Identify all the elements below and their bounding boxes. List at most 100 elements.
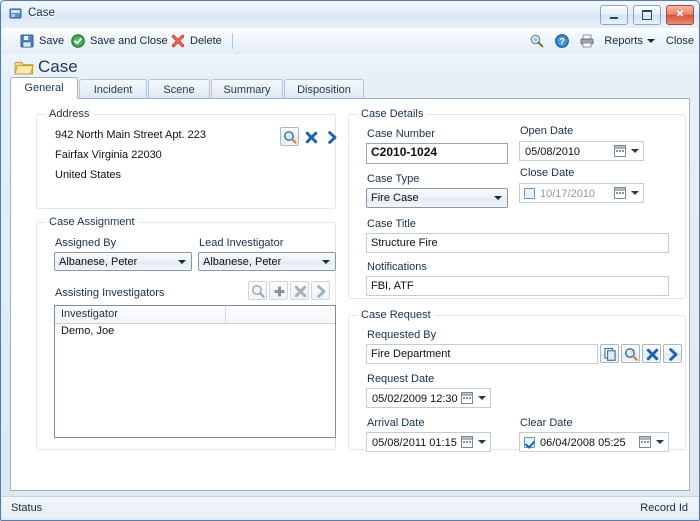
assisting-investigators-label: Assisting Investigators	[55, 287, 165, 299]
app-window-icon	[9, 7, 23, 21]
go-icon	[312, 282, 331, 301]
save-icon	[19, 33, 35, 49]
clear-date-checkbox[interactable]	[524, 437, 535, 448]
chevron-down-icon	[478, 396, 486, 400]
close-link[interactable]: Close	[666, 35, 694, 47]
save-and-close-label: Save and Close	[90, 35, 168, 47]
assisting-investigators-grid[interactable]: Investigator Demo, Joe	[54, 305, 336, 438]
assisting-add-button[interactable]	[269, 281, 288, 300]
clear-date-picker[interactable]: 06/04/2008 05:25	[519, 432, 669, 452]
search-icon	[281, 128, 300, 147]
close-icon: ✕	[675, 9, 685, 20]
close-date-value: 10/17/2010	[540, 188, 596, 200]
maximize-icon	[634, 6, 660, 24]
chevron-down-icon	[631, 191, 639, 195]
clear-date-label: Clear Date	[520, 417, 573, 429]
tab-scene[interactable]: Scene	[148, 79, 210, 99]
address-line-2: Fairfax Virginia 22030	[55, 149, 162, 161]
close-button[interactable]: ✕	[666, 5, 694, 25]
window-title: Case	[28, 7, 55, 19]
request-date-picker[interactable]: 05/02/2009 12:30	[366, 388, 491, 408]
chevron-down-icon	[494, 196, 502, 200]
case-type-value: Fire Case	[371, 192, 419, 204]
tab-summary[interactable]: Summary	[211, 79, 283, 99]
delete-button[interactable]: Delete	[165, 28, 227, 54]
open-date-label: Open Date	[520, 125, 574, 137]
tab-disposition[interactable]: Disposition	[284, 79, 364, 99]
case-number-input[interactable]: C2010-1024	[366, 143, 508, 164]
close-date-checkbox[interactable]	[524, 188, 535, 199]
case-request-group: Case Request Requested By Fire Departmen…	[348, 309, 686, 452]
case-window: Case ✕ Save Save and Close Delete ? Repo…	[0, 0, 700, 521]
minimize-icon	[601, 6, 627, 24]
go-icon	[664, 345, 683, 364]
status-bar: Status Record Id	[2, 496, 698, 519]
grid-header-investigator: Investigator	[61, 308, 118, 320]
request-date-value: 05/02/2009 12:30	[372, 393, 458, 405]
tab-label: Summary	[223, 83, 271, 96]
tab-general[interactable]: General	[10, 77, 78, 99]
assisting-search-button[interactable]	[248, 281, 267, 300]
notifications-label: Notifications	[367, 261, 427, 273]
request-date-label: Request Date	[367, 373, 435, 385]
help-icon[interactable]: ?	[554, 33, 570, 49]
toolbar-separator	[232, 33, 233, 49]
remove-icon	[291, 282, 310, 301]
tab-label: Incident	[93, 83, 133, 96]
close-date-label: Close Date	[520, 167, 575, 179]
requested-by-clear-button[interactable]	[642, 344, 661, 363]
arrival-date-picker[interactable]: 05/08/2011 01:15	[366, 432, 491, 452]
calendar-icon	[461, 392, 473, 409]
lead-investigator-select[interactable]: Albanese, Peter	[198, 252, 336, 271]
assigned-by-select[interactable]: Albanese, Peter	[54, 252, 192, 271]
title-bar: Case ✕	[1, 1, 699, 29]
notifications-input[interactable]: FBI, ATF	[366, 276, 669, 296]
case-title-label: Case Title	[367, 218, 416, 230]
calendar-icon	[614, 145, 626, 162]
requested-by-copy-button[interactable]	[600, 344, 619, 363]
requested-by-input[interactable]: Fire Department	[366, 344, 598, 364]
case-title-input[interactable]: Structure Fire	[366, 233, 669, 253]
open-date-picker[interactable]: 05/08/2010	[519, 141, 644, 161]
save-and-close-button[interactable]: Save and Close	[65, 28, 173, 54]
address-group-label: Address	[45, 108, 94, 120]
tab-label: Scene	[163, 83, 195, 96]
arrival-date-label: Arrival Date	[367, 417, 425, 429]
search-icon	[622, 345, 641, 364]
save-button[interactable]: Save	[14, 28, 69, 54]
address-line-3: United States	[55, 169, 122, 181]
command-bar-right: ? Reports Close	[529, 28, 694, 54]
minimize-button[interactable]	[599, 5, 628, 25]
address-go-button[interactable]	[322, 127, 341, 146]
grid-column-separator	[225, 306, 226, 323]
maximize-button[interactable]	[632, 5, 661, 25]
save-label: Save	[39, 35, 65, 47]
record-id-text: Record Id	[640, 502, 688, 514]
case-type-label: Case Type	[367, 173, 420, 185]
case-type-select[interactable]: Fire Case	[366, 188, 508, 208]
close-date-picker[interactable]: 10/17/2010	[519, 183, 644, 203]
lead-investigator-value: Albanese, Peter	[203, 256, 282, 268]
address-clear-button[interactable]	[301, 127, 320, 146]
case-assignment-group: Case Assignment Assigned By Albanese, Pe…	[36, 216, 336, 450]
case-details-group-label: Case Details	[357, 108, 428, 120]
save-and-close-icon	[70, 33, 86, 49]
table-row[interactable]: Demo, Joe	[55, 324, 335, 340]
copy-icon	[601, 345, 620, 364]
tab-strip: General Incident Scene Summary Dispositi…	[10, 77, 690, 99]
assisting-remove-button[interactable]	[290, 281, 309, 300]
tab-label: Disposition	[297, 83, 351, 96]
print-icon[interactable]	[579, 33, 595, 49]
tab-incident[interactable]: Incident	[79, 79, 147, 99]
audit-icon[interactable]	[529, 33, 545, 49]
clear-icon	[643, 345, 662, 364]
reports-menu[interactable]: Reports	[604, 35, 655, 47]
assisting-go-button[interactable]	[311, 281, 330, 300]
requested-by-search-button[interactable]	[621, 344, 640, 363]
case-details-group: Case Details Case Number C2010-1024 Open…	[348, 108, 686, 299]
chevron-down-icon	[631, 149, 639, 153]
open-date-value: 05/08/2010	[525, 146, 581, 158]
requested-by-go-button[interactable]	[663, 344, 682, 363]
arrival-date-value: 05/08/2011 01:15	[372, 437, 457, 449]
address-search-button[interactable]	[280, 127, 299, 146]
